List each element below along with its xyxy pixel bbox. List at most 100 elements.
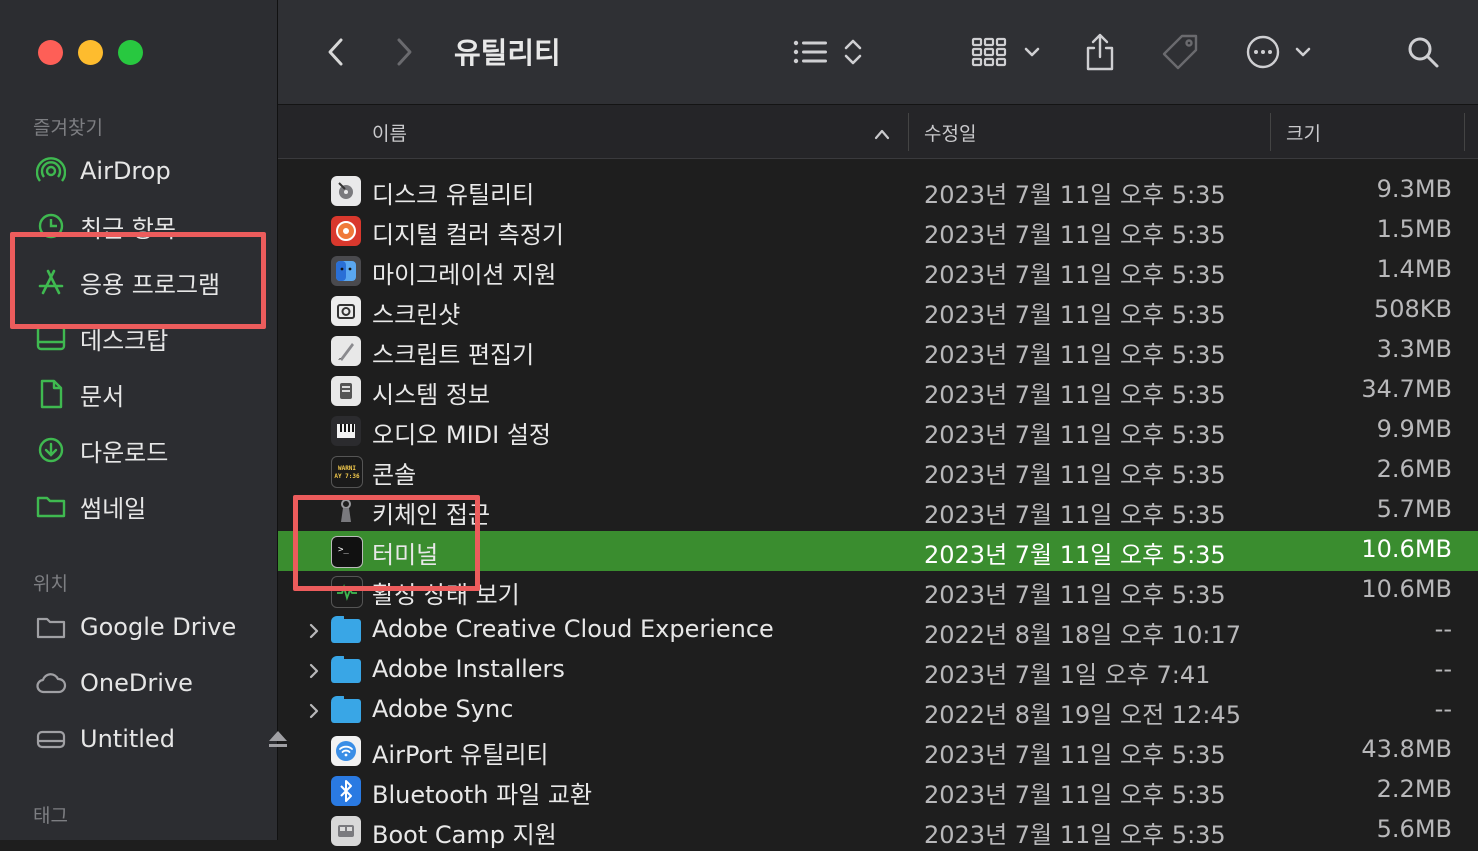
file-size: 10.6MB [1361,535,1452,563]
file-name: Bluetooth 파일 교환 [372,781,593,809]
file-size: 2.2MB [1376,775,1452,803]
file-name: Boot Camp 지원 [372,821,557,849]
file-date: 2023년 7월 1일 오후 7:41 [924,661,1211,689]
back-button[interactable] [320,29,350,75]
airport-icon [331,736,361,766]
sidebar-item-onedrive[interactable]: OneDrive [34,663,193,703]
sidebar-item-label: Google Drive [80,613,237,641]
migration-icon [331,256,361,286]
window-controls [38,40,143,65]
sidebar-item-label: 다운로드 [80,438,169,467]
file-date: 2023년 7월 11일 오후 5:35 [924,181,1226,209]
bootcamp-icon [331,816,361,846]
file-name: 디지털 컬러 측정기 [372,221,564,249]
disclosure-triangle-icon[interactable] [304,659,324,683]
table-row[interactable]: AirPort 유틸리티 2023년 7월 11일 오후 5:35 43.8MB [278,731,1478,771]
sidebar-item-label: Untitled [80,725,175,753]
highlight-box-terminal [293,495,480,591]
file-date: 2023년 7월 11일 오후 5:35 [924,221,1226,249]
download-icon [34,433,68,467]
table-row[interactable]: 시스템 정보 2023년 7월 11일 오후 5:35 34.7MB [278,371,1478,411]
file-name: Adobe Creative Cloud Experience [372,615,774,643]
sort-ascending-icon[interactable] [874,123,890,145]
sidebar: 즐겨찾기 AirDrop 최근 항목 응용 프로그램 데스크탑 문서 다운로드 … [0,0,287,840]
minimize-window-button[interactable] [78,40,103,65]
file-size: 43.8MB [1361,735,1452,763]
file-date: 2023년 7월 11일 오후 5:35 [924,421,1226,449]
share-icon[interactable] [1083,29,1117,75]
file-name: 오디오 MIDI 설정 [372,421,552,449]
column-header-name[interactable]: 이름 [372,119,407,146]
search-icon[interactable] [1406,29,1440,75]
close-window-button[interactable] [38,40,63,65]
file-name: Adobe Installers [372,655,565,683]
sidebar-item-airdrop[interactable]: AirDrop [34,151,171,191]
table-row[interactable]: Bluetooth 파일 교환 2023년 7월 11일 오후 5:35 2.2… [278,771,1478,811]
file-date: 2023년 7월 11일 오후 5:35 [924,581,1226,609]
table-row[interactable]: 디스크 유틸리티 2023년 7월 11일 오후 5:35 9.3MB [278,171,1478,211]
system-info-icon [331,376,361,406]
table-row[interactable]: Adobe Sync 2022년 8월 19일 오전 12:45 -- [278,691,1478,731]
console-icon: WARNI AY 7:36 [331,456,363,488]
midi-icon [331,416,361,446]
file-name: 마이그레이션 지원 [372,261,557,289]
file-date: 2023년 7월 11일 오후 5:35 [924,461,1226,489]
sidebar-item-untitled[interactable]: Untitled [34,719,287,759]
more-actions-button[interactable] [1244,29,1314,75]
window-title: 유틸리티 [454,36,561,70]
file-size: 9.9MB [1376,415,1452,443]
file-size: -- [1434,695,1452,723]
table-row[interactable]: Adobe Installers 2023년 7월 1일 오후 7:41 -- [278,651,1478,691]
table-row[interactable]: 스크립트 편집기 2023년 7월 11일 오후 5:35 3.3MB [278,331,1478,371]
sidebar-item-label: OneDrive [80,669,193,697]
list-sort-button[interactable] [790,29,868,75]
column-header-size[interactable]: 크기 [1286,119,1321,146]
tag-icon[interactable] [1158,29,1202,75]
table-row[interactable]: 오디오 MIDI 설정 2023년 7월 11일 오후 5:35 9.9MB [278,411,1478,451]
sidebar-item-google-drive[interactable]: Google Drive [34,607,236,647]
file-date: 2022년 8월 18일 오후 10:17 [924,621,1241,649]
column-header-modified[interactable]: 수정일 [924,119,976,146]
file-size: 9.3MB [1376,175,1452,203]
file-date: 2023년 7월 11일 오후 5:35 [924,381,1226,409]
forward-button[interactable] [390,29,420,75]
group-view-button[interactable] [970,29,1044,75]
file-size: 1.4MB [1376,255,1452,283]
disclosure-triangle-icon[interactable] [304,619,324,643]
folder-icon [34,489,68,523]
folder-icon [34,610,68,644]
file-name: 스크린샷 [372,301,461,329]
sidebar-item-documents[interactable]: 문서 [34,374,124,414]
file-date: 2023년 7월 11일 오후 5:35 [924,501,1226,529]
file-date: 2023년 7월 11일 오후 5:35 [924,821,1226,849]
table-row[interactable]: Adobe Creative Cloud Experience 2022년 8월… [278,611,1478,651]
table-row[interactable]: 스크린샷 2023년 7월 11일 오후 5:35 508KB [278,291,1478,331]
sidebar-item-label: AirDrop [80,157,171,185]
sidebar-item-thumbnails[interactable]: 썸네일 [34,486,146,526]
file-name: 스크립트 편집기 [372,341,535,369]
table-row[interactable]: WARNI AY 7:36 콘솔 2023년 7월 11일 오후 5:35 2.6… [278,451,1478,491]
file-date: 2023년 7월 11일 오후 5:35 [924,741,1226,769]
column-divider[interactable] [1464,113,1465,151]
drive-icon [34,722,68,756]
file-name: Adobe Sync [372,695,514,723]
table-row[interactable]: 마이그레이션 지원 2023년 7월 11일 오후 5:35 1.4MB [278,251,1478,291]
file-date: 2023년 7월 11일 오후 5:35 [924,341,1226,369]
highlight-box-applications [10,232,266,329]
color-meter-icon [331,216,361,246]
folder-icon [331,696,361,726]
zoom-window-button[interactable] [118,40,143,65]
cloud-icon [34,666,68,700]
file-size: 2.6MB [1376,455,1452,483]
table-row[interactable]: Boot Camp 지원 2023년 7월 11일 오후 5:35 5.6MB [278,811,1478,851]
column-divider[interactable] [908,113,909,151]
file-size: 1.5MB [1376,215,1452,243]
table-row[interactable]: 디지털 컬러 측정기 2023년 7월 11일 오후 5:35 1.5MB [278,211,1478,251]
disclosure-triangle-icon[interactable] [304,699,324,723]
column-divider[interactable] [1270,113,1271,151]
bluetooth-icon [331,776,361,806]
file-name: AirPort 유틸리티 [372,741,549,769]
file-size: -- [1434,655,1452,683]
file-date: 2023년 7월 11일 오후 5:35 [924,261,1226,289]
sidebar-item-downloads[interactable]: 다운로드 [34,430,168,470]
